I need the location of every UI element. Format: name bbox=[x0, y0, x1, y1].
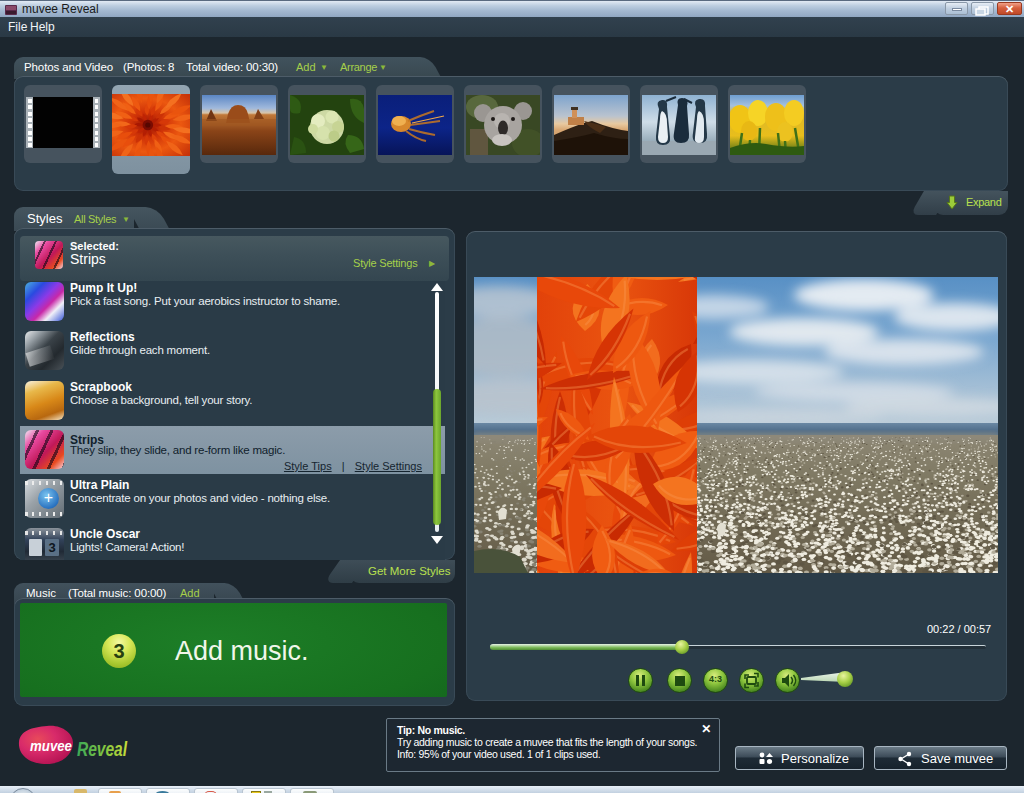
svg-text:Reveal: Reveal bbox=[77, 737, 128, 760]
svg-text:muvee: muvee bbox=[30, 737, 72, 754]
